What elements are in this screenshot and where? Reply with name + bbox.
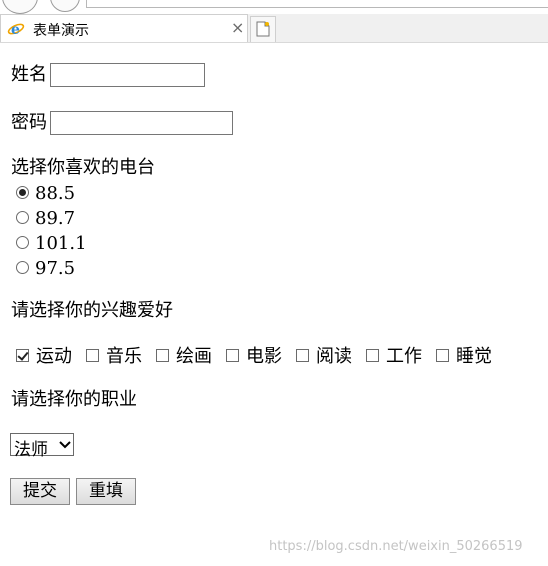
radio-label: 89.7 [35, 208, 76, 229]
new-tab-button[interactable] [250, 16, 276, 42]
radio-prompt: 选择你喜欢的电台 [11, 157, 155, 178]
address-bar[interactable] [86, 0, 548, 8]
radio-button[interactable] [16, 211, 29, 224]
checkbox-sport[interactable] [16, 349, 29, 362]
checkbox-painting[interactable] [156, 349, 169, 362]
checkbox-label: 绘画 [176, 346, 212, 367]
job-select-value: 法师 [14, 440, 48, 460]
name-label: 姓名 [11, 64, 47, 85]
checkbox-label: 运动 [36, 346, 72, 367]
checkbox-label: 电影 [246, 346, 282, 367]
tab-title: 表单演示 [33, 23, 89, 39]
radio-button[interactable] [16, 236, 29, 249]
radio-label: 101.1 [35, 233, 87, 254]
radio-button[interactable] [16, 261, 29, 274]
password-label: 密码 [11, 112, 47, 133]
close-icon[interactable]: × [231, 18, 244, 37]
checkbox-label: 阅读 [316, 346, 352, 367]
password-input[interactable] [50, 111, 233, 135]
forward-button[interactable] [50, 0, 80, 12]
submit-button[interactable]: 提交 [10, 478, 70, 505]
watermark: https://blog.csdn.net/weixin_50266519 [269, 539, 523, 554]
new-tab-icon [256, 21, 270, 37]
job-select[interactable]: 法师 [10, 433, 74, 460]
name-input[interactable] [50, 63, 205, 87]
page-content: 姓名 密码 选择你喜欢的电台 88.5 89.7 101.1 97.5 请选择你… [0, 42, 548, 566]
browser-toolbar [0, 0, 548, 14]
checkbox-sleep[interactable] [436, 349, 449, 362]
ie-icon: e [7, 22, 25, 37]
checkbox-label: 睡觉 [456, 346, 492, 367]
svg-text:e: e [11, 22, 20, 37]
hobby-prompt: 请选择你的兴趣爱好 [11, 300, 173, 321]
checkbox-work[interactable] [366, 349, 379, 362]
back-button[interactable] [2, 0, 38, 14]
checkbox-movie[interactable] [226, 349, 239, 362]
checkbox-music[interactable] [86, 349, 99, 362]
job-prompt: 请选择你的职业 [11, 389, 137, 410]
chevron-down-icon [59, 441, 71, 449]
checkbox-label: 工作 [386, 346, 422, 367]
radio-button[interactable] [16, 186, 29, 199]
checkbox-label: 音乐 [106, 346, 142, 367]
radio-label: 97.5 [35, 258, 76, 279]
checkbox-reading[interactable] [296, 349, 309, 362]
reset-button[interactable]: 重填 [76, 478, 136, 505]
tab-strip: e 表单演示 × [0, 14, 548, 43]
tab-form-demo[interactable]: e 表单演示 × [0, 14, 248, 42]
radio-label: 88.5 [35, 183, 76, 204]
